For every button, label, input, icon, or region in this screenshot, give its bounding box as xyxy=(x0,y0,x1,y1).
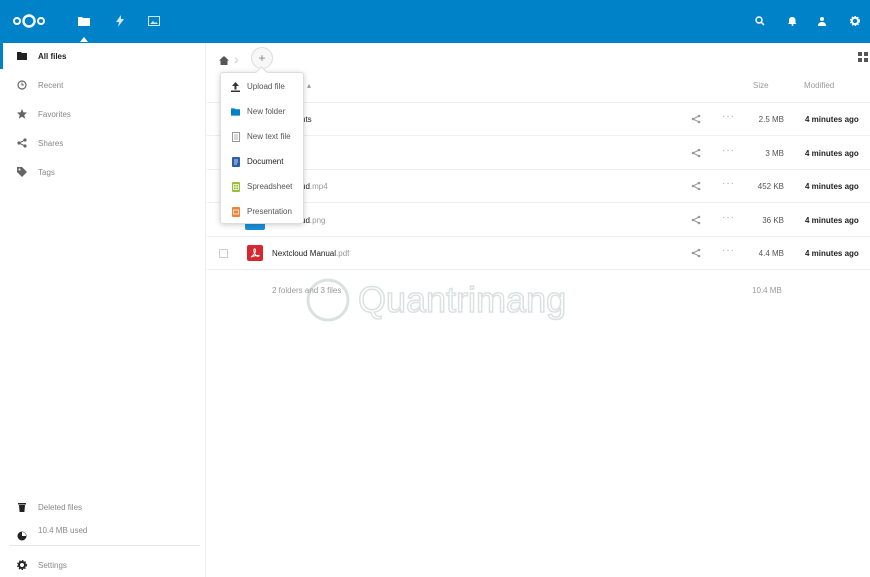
menu-label: Presentation xyxy=(247,207,292,216)
menu-label: New text file xyxy=(247,132,291,141)
file-size: 3 MB xyxy=(765,149,784,158)
nav-label: Deleted files xyxy=(38,502,83,512)
folder-icon xyxy=(231,107,240,117)
column-modified[interactable]: Modified xyxy=(804,81,834,90)
gear-icon xyxy=(16,559,28,571)
file-modified: 4 minutes ago xyxy=(805,216,859,225)
menu-label: Spreadsheet xyxy=(247,182,293,191)
new-file-menu: Upload file New folder New text file Doc… xyxy=(220,72,304,224)
file-modified: 4 minutes ago xyxy=(805,182,859,191)
sort-arrow[interactable]: ▴ xyxy=(307,81,311,90)
nav-tags[interactable]: Tags xyxy=(0,159,206,185)
menu-upload-file[interactable]: Upload file xyxy=(221,74,305,99)
pdf-icon xyxy=(247,245,263,261)
app-navigation: All files Recent Favorites Shares Tags D… xyxy=(0,43,206,577)
home-icon[interactable] xyxy=(217,53,231,67)
star-icon xyxy=(16,108,28,120)
bell-icon[interactable] xyxy=(784,13,800,29)
menu-label: New folder xyxy=(247,107,286,116)
document-icon xyxy=(231,156,240,167)
menu-spreadsheet[interactable]: Spreadsheet xyxy=(221,174,305,199)
share-icon[interactable] xyxy=(691,148,703,160)
more-actions-icon[interactable]: ··· xyxy=(722,245,735,256)
file-size: 36 KB xyxy=(762,216,784,225)
file-modified: 4 minutes ago xyxy=(805,249,859,258)
trash-icon xyxy=(16,501,28,513)
file-row[interactable]: ud.mp4 ··· 452 KB 4 minutes ago xyxy=(207,170,870,203)
file-row[interactable]: nts ··· 2.5 MB 4 minutes ago xyxy=(207,103,870,136)
menu-presentation[interactable]: Presentation xyxy=(221,199,305,224)
file-row[interactable]: ud.png ··· 36 KB 4 minutes ago xyxy=(207,204,870,237)
clock-icon xyxy=(16,79,28,91)
more-actions-icon[interactable]: ··· xyxy=(722,178,735,189)
nav-label: Recent xyxy=(38,80,64,90)
folder-icon xyxy=(16,50,28,62)
nav-label: Tags xyxy=(38,167,55,177)
file-size: 452 KB xyxy=(757,182,784,191)
nav-settings[interactable]: Settings xyxy=(0,552,206,577)
tag-icon xyxy=(16,166,28,178)
share-icon[interactable] xyxy=(691,215,703,227)
nav-label: All files xyxy=(38,51,67,61)
presentation-icon xyxy=(231,206,240,217)
file-modified: 4 minutes ago xyxy=(805,115,859,124)
file-row[interactable]: ··· 3 MB 4 minutes ago xyxy=(207,137,870,170)
menu-new-text-file[interactable]: New text file xyxy=(221,124,305,149)
more-actions-icon[interactable]: ··· xyxy=(722,145,735,156)
upload-icon xyxy=(231,81,240,92)
settings-gear-icon[interactable] xyxy=(847,13,863,29)
nav-deleted-files[interactable]: Deleted files xyxy=(0,494,206,520)
file-name: Nextcloud Manual.pdf xyxy=(272,249,350,258)
contacts-icon[interactable] xyxy=(814,13,830,29)
share-icon[interactable] xyxy=(691,248,703,260)
menu-label: Upload file xyxy=(247,82,285,91)
share-icon[interactable] xyxy=(691,114,703,126)
quota-divider xyxy=(10,545,200,546)
nav-label: Settings xyxy=(38,560,67,570)
nav-recent[interactable]: Recent xyxy=(0,72,206,98)
file-modified: 4 minutes ago xyxy=(805,149,859,158)
breadcrumb-separator: › xyxy=(234,51,239,67)
menu-document[interactable]: Document xyxy=(221,149,305,174)
nav-label: Shares xyxy=(38,138,64,148)
quota-text: 10.4 MB used xyxy=(38,526,88,535)
header-bar xyxy=(0,0,870,43)
more-actions-icon[interactable]: ··· xyxy=(722,111,735,122)
image-icon[interactable] xyxy=(146,13,162,29)
share-icon xyxy=(16,137,28,149)
lightning-icon[interactable] xyxy=(112,13,128,29)
grid-view-icon[interactable] xyxy=(858,52,868,62)
share-icon[interactable] xyxy=(691,181,703,193)
pie-chart-icon xyxy=(16,530,28,542)
files-active-indicator xyxy=(80,37,88,42)
spreadsheet-icon xyxy=(231,181,240,192)
nextcloud-logo[interactable] xyxy=(12,12,46,30)
file-size: 2.5 MB xyxy=(758,115,784,124)
more-actions-icon[interactable]: ··· xyxy=(722,212,735,223)
file-row[interactable]: Nextcloud Manual.pdf ··· 4.4 MB 4 minute… xyxy=(207,237,870,270)
text-file-icon xyxy=(231,131,240,142)
watermark-text: Quantrimang xyxy=(358,279,566,320)
search-icon[interactable] xyxy=(752,13,768,29)
file-size: 4.4 MB xyxy=(758,249,784,258)
row-checkbox[interactable] xyxy=(219,249,228,258)
nav-favorites[interactable]: Favorites xyxy=(0,101,206,127)
summary-size: 10.4 MB xyxy=(752,286,782,295)
menu-label: Document xyxy=(247,157,284,166)
quota-indicator: 10.4 MB used xyxy=(0,519,206,545)
nav-label: Favorites xyxy=(38,109,71,119)
nav-shares[interactable]: Shares xyxy=(0,130,206,156)
files-app-icon[interactable] xyxy=(76,13,92,29)
menu-new-folder[interactable]: New folder xyxy=(221,99,305,124)
watermark: Quantrimang xyxy=(300,270,600,330)
file-name: ud.mp4 xyxy=(301,182,328,191)
column-size[interactable]: Size xyxy=(753,81,769,90)
nav-all-files[interactable]: All files xyxy=(0,43,206,69)
